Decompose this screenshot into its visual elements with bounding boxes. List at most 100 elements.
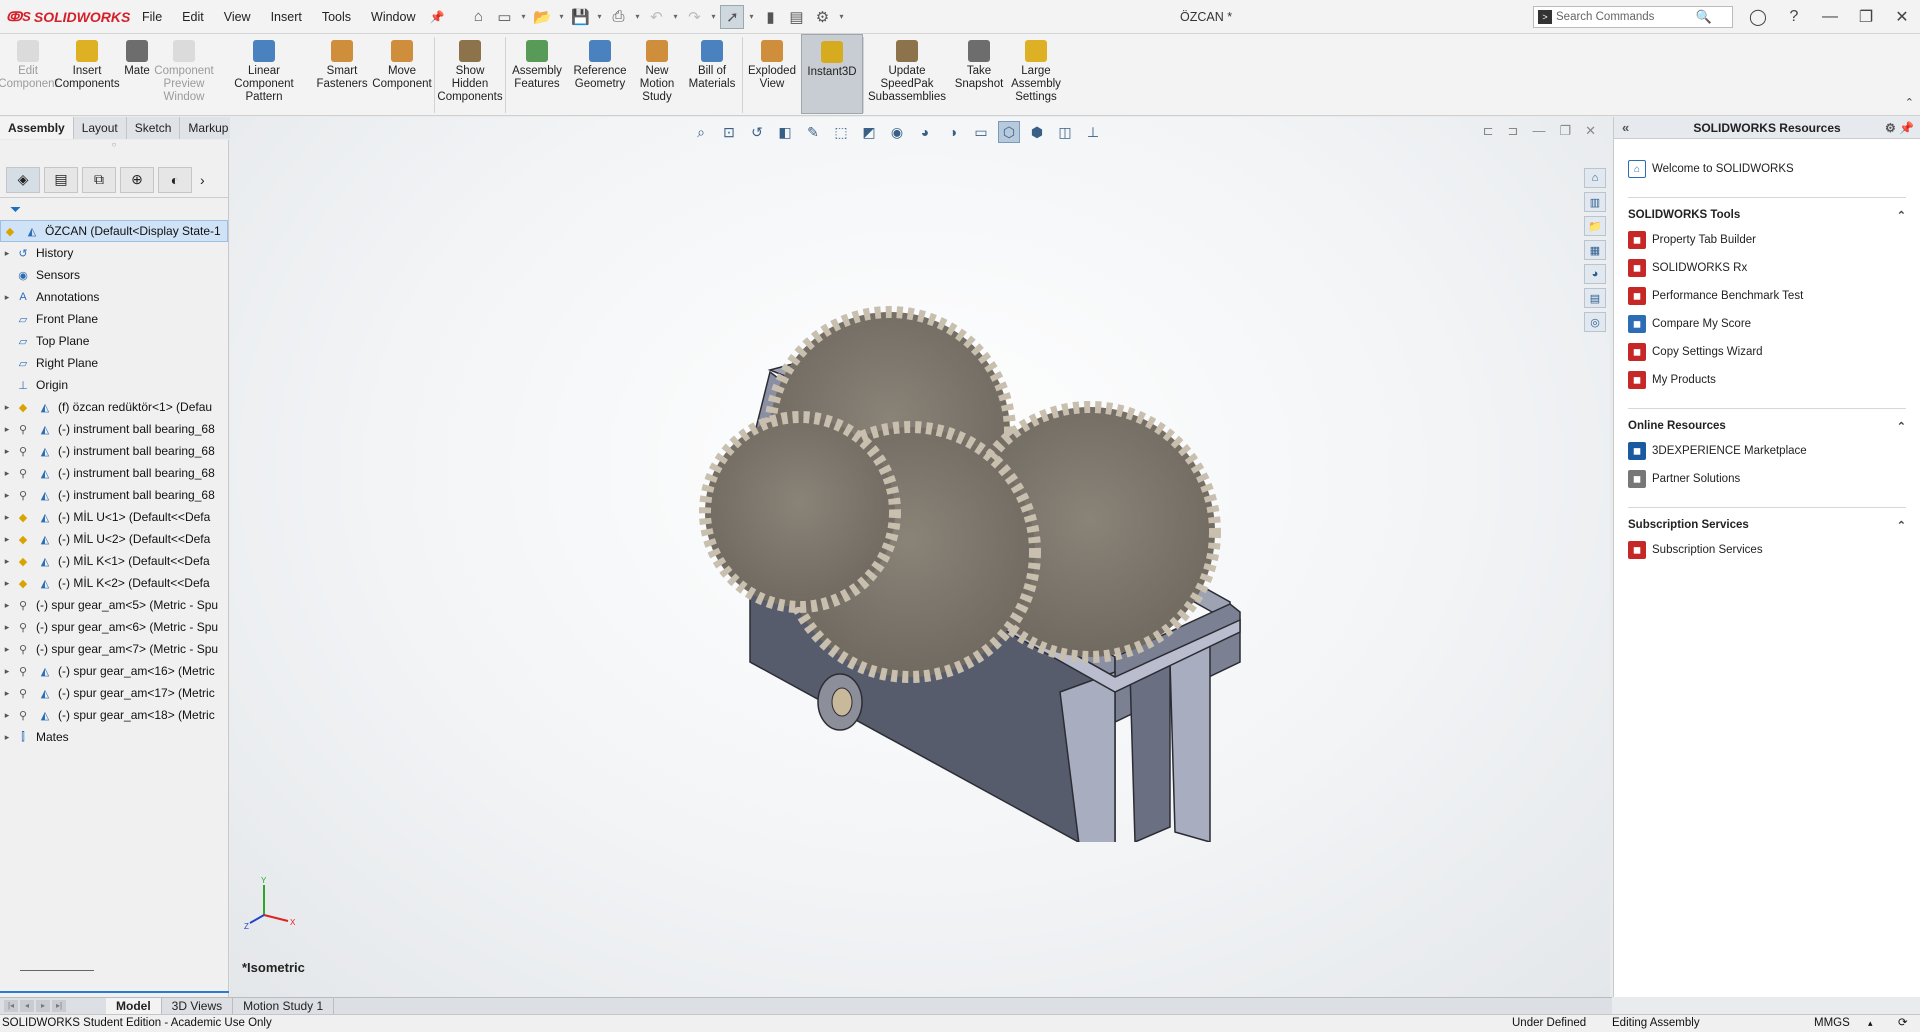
expand-arrow-icon[interactable]: ▸ — [0, 446, 14, 457]
tree-node[interactable]: ⊥ Origin — [0, 374, 228, 396]
new-dropdown-icon[interactable]: ▾ — [518, 12, 528, 21]
view-settings-icon[interactable]: ▭ — [970, 121, 992, 143]
front-view-icon[interactable]: ⬢ — [1026, 121, 1048, 143]
viewport-close-icon[interactable]: ✕ — [1585, 123, 1596, 139]
status-mode[interactable]: Editing Assembly — [1612, 1015, 1700, 1032]
zoom-to-area-icon[interactable]: ⊡ — [718, 121, 740, 143]
section-title[interactable]: SOLIDWORKS Tools ⌃ — [1628, 204, 1906, 226]
tree-node[interactable]: ▸ ◆ ◭ (-) MİL U<1> (Default<<Defa — [0, 506, 228, 528]
search-commands-input[interactable]: > Search Commands 🔍 — [1533, 6, 1733, 28]
cm-tab-markup[interactable]: Markup — [180, 117, 238, 139]
collapse-ribbon-icon[interactable]: ⌃ — [1905, 96, 1914, 109]
ribbon-assembly-features-button[interactable]: Assembly Features — [506, 34, 568, 114]
viewport-minimize-icon[interactable]: — — [1532, 123, 1545, 139]
select-cursor-icon[interactable]: ➚ — [720, 4, 745, 29]
status-units[interactable]: MMGS — [1814, 1015, 1850, 1032]
resource-link[interactable]: ◼ Copy Settings Wizard — [1628, 338, 1906, 366]
resource-link[interactable]: ◼ My Products — [1628, 366, 1906, 394]
split-right-icon[interactable]: ⊐ — [1508, 123, 1519, 139]
ribbon-edit-component-button[interactable]: Edit Component — [0, 34, 58, 114]
menu-insert[interactable]: Insert — [261, 0, 312, 34]
ribbon-speedpak-button[interactable]: Update SpeedPak Subassemblies — [864, 34, 950, 114]
collapse-pane-icon[interactable]: « — [1622, 120, 1629, 135]
zoom-to-fit-icon[interactable]: ⌕ — [690, 121, 712, 143]
last-tab-icon[interactable]: ▸| — [52, 1000, 66, 1012]
next-tab-icon[interactable]: ▸ — [36, 1000, 50, 1012]
tree-node[interactable]: ▸ ◆ ◭ (-) MİL K<2> (Default<<Defa — [0, 572, 228, 594]
viewport-restore-icon[interactable]: ❐ — [1559, 123, 1571, 139]
ribbon-preview-window-button[interactable]: Component Preview Window — [154, 34, 214, 114]
tree-node[interactable]: ▱ Right Plane — [0, 352, 228, 374]
solidworks-logo[interactable]: ↂS SOLIDWORKS — [0, 9, 132, 25]
normal-to-icon[interactable]: ⊥ — [1082, 121, 1104, 143]
ribbon-snapshot-button[interactable]: Take Snapshot — [950, 34, 1008, 114]
expand-arrow-icon[interactable]: ▸ — [0, 424, 14, 435]
pin-icon[interactable]: 📌 — [426, 10, 449, 24]
cm-tab-layout[interactable]: Layout — [73, 117, 127, 139]
collapse-section-icon[interactable]: ⌃ — [1897, 420, 1906, 433]
shaft-end[interactable] — [831, 687, 853, 717]
filter-icon[interactable]: ⏷ — [0, 198, 228, 220]
print-icon[interactable]: ⎙ — [606, 5, 630, 29]
expand-arrow-icon[interactable]: ▸ — [0, 468, 14, 479]
tree-node[interactable]: ▸ ⚲ ◭ (-) instrument ball bearing_68 — [0, 484, 228, 506]
tree-node[interactable]: ▸ ⚲ ◭ (-) instrument ball bearing_68 — [0, 418, 228, 440]
ribbon-insert-components-button[interactable]: Insert Components — [54, 34, 120, 114]
bottom-tab-3d-views[interactable]: 3D Views — [162, 998, 234, 1014]
gearbox-3d-model[interactable] — [610, 282, 1410, 842]
minimize-icon[interactable]: — — [1812, 8, 1848, 26]
section-title[interactable]: Subscription Services ⌃ — [1628, 514, 1906, 536]
menu-tools[interactable]: Tools — [312, 0, 361, 34]
tree-node[interactable]: ▸ ⚲ (-) spur gear_am<5> (Metric - Spu — [0, 594, 228, 616]
resource-link[interactable]: ◼ Partner Solutions — [1628, 465, 1906, 493]
menu-view[interactable]: View — [214, 0, 261, 34]
tree-node[interactable]: ▸ ⚲ ◭ (-) spur gear_am<17> (Metric — [0, 682, 228, 704]
ribbon-bom-button[interactable]: Bill of Materials — [682, 34, 742, 114]
redo-dropdown-icon[interactable]: ▾ — [708, 12, 718, 21]
tree-node[interactable]: ▸ ⚲ ◭ (-) instrument ball bearing_68 — [0, 462, 228, 484]
cm-tab-assembly[interactable]: Assembly — [0, 117, 74, 139]
display-manager-tab-icon[interactable]: ◐ — [158, 166, 192, 193]
collapse-section-icon[interactable]: ⌃ — [1897, 209, 1906, 222]
file-properties-icon[interactable]: ▤ — [784, 5, 808, 29]
menu-window[interactable]: Window — [361, 0, 425, 34]
hide-show-items-icon[interactable]: ◉ — [886, 121, 908, 143]
tree-node[interactable]: ▸ ↺ History — [0, 242, 228, 264]
tree-node[interactable]: ▸ ⚲ ◭ (-) spur gear_am<18> (Metric — [0, 704, 228, 726]
ribbon-reference-geometry-button[interactable]: Reference Geometry — [568, 34, 632, 114]
expand-arrow-icon[interactable]: ▸ — [0, 732, 14, 743]
print-dropdown-icon[interactable]: ▾ — [632, 12, 642, 21]
expand-arrow-icon[interactable]: ▸ — [0, 248, 14, 259]
dimxpert-tab-icon[interactable]: ⊕ — [120, 166, 154, 193]
cm-tab-sketch[interactable]: Sketch — [126, 117, 181, 139]
expand-arrow-icon[interactable]: ▸ — [0, 490, 14, 501]
featuremanager-tab-icon[interactable]: ◈ — [6, 166, 40, 193]
resource-link[interactable]: ◼ Performance Benchmark Test — [1628, 282, 1906, 310]
edit-appearance-icon[interactable]: ◕ — [914, 121, 936, 143]
user-account-icon[interactable]: ◯ — [1740, 7, 1776, 27]
redo-icon[interactable]: ↷ — [682, 5, 706, 29]
ribbon-instant3d-button[interactable]: Instant3D — [801, 34, 863, 114]
solidworks-forum-tab-icon[interactable]: ◎ — [1584, 312, 1606, 332]
graphics-area[interactable]: ⌕ ⊡ ↺ ◧ ✎ ⬚ ◩ ◉ ◕ ◑ ▭ ⬡ ⬢ ◫ ⊥ ⊏ ⊐ — ❐ ✕ — [230, 117, 1610, 997]
tree-node[interactable]: ▸ A Annotations — [0, 286, 228, 308]
expand-arrow-icon[interactable]: ▸ — [0, 534, 14, 545]
new-document-icon[interactable]: ▭ — [492, 5, 516, 29]
expand-arrow-icon[interactable]: ▸ — [0, 600, 14, 611]
design-library-tab-icon[interactable]: ▥ — [1584, 192, 1606, 212]
tree-node[interactable]: ▸ ⚲ (-) spur gear_am<7> (Metric - Spu — [0, 638, 228, 660]
save-dropdown-icon[interactable]: ▾ — [594, 12, 604, 21]
isometric-view-icon[interactable]: ⬡ — [998, 121, 1020, 143]
search-icon[interactable]: 🔍 — [1696, 9, 1712, 25]
resource-link[interactable]: ◼ Property Tab Builder — [1628, 226, 1906, 254]
apply-scene-icon[interactable]: ◑ — [942, 121, 964, 143]
options-gear-icon[interactable]: ⚙ — [810, 5, 834, 29]
ribbon-large-assembly-button[interactable]: Large Assembly Settings — [1008, 34, 1064, 114]
expand-arrow-icon[interactable]: ▸ — [0, 512, 14, 523]
close-icon[interactable]: ✕ — [1884, 7, 1920, 27]
prev-tab-icon[interactable]: ◂ — [20, 1000, 34, 1012]
expand-arrow-icon[interactable]: ▸ — [0, 622, 14, 633]
view-palette-tab-icon[interactable]: ▦ — [1584, 240, 1606, 260]
right-view-icon[interactable]: ◫ — [1054, 121, 1076, 143]
tree-root-assembly[interactable]: ◆ ◭ ÖZCAN (Default<Display State-1 — [0, 220, 228, 242]
